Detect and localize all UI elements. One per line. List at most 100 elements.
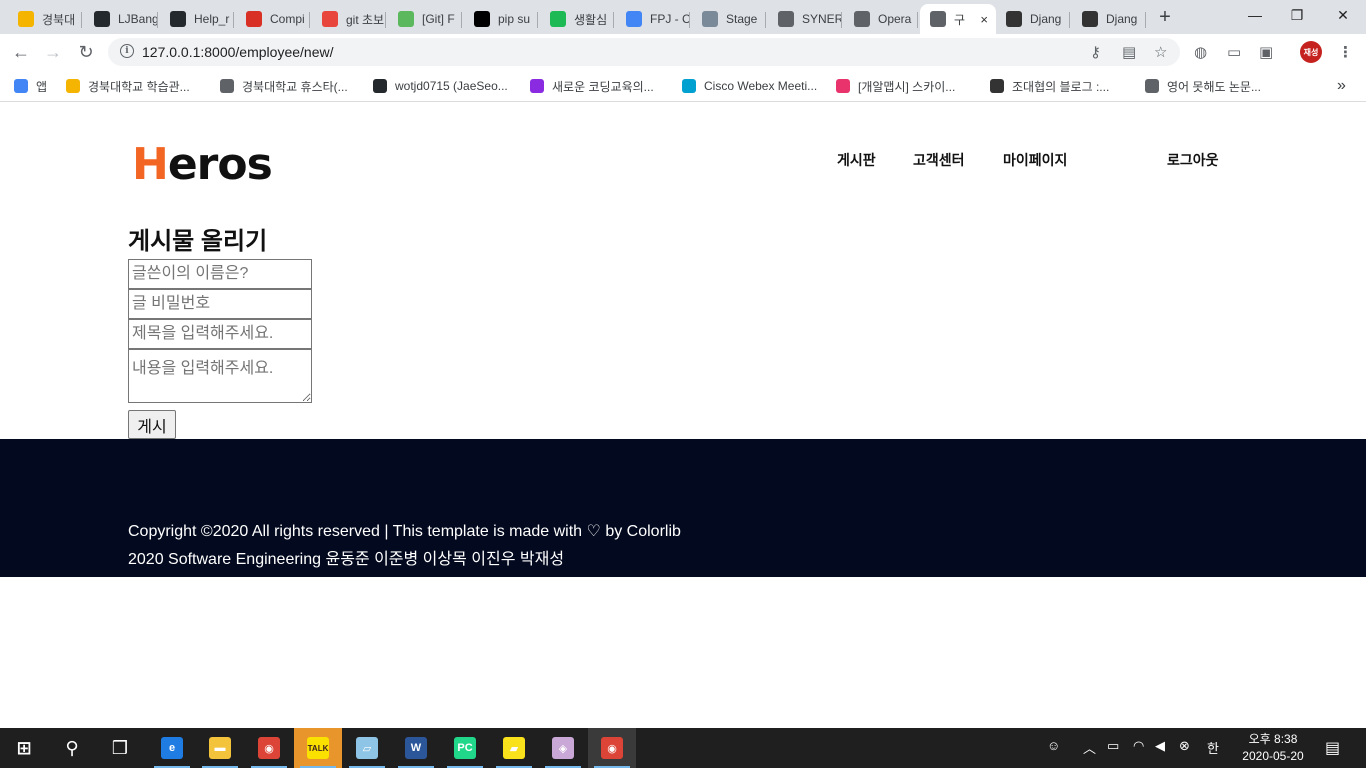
taskbar-chrome-button[interactable]: ◉ (588, 728, 636, 768)
bookmark-item[interactable]: Cisco Webex Meeti... (682, 76, 817, 96)
cast-icon[interactable]: ▭ (1227, 43, 1241, 61)
browser-tab[interactable]: Opera (844, 4, 918, 34)
taskbar-search-button[interactable]: ⚲ (48, 728, 96, 768)
browser-tab[interactable]: Compi (236, 4, 310, 34)
browser-tab[interactable]: pip su (464, 4, 538, 34)
bookmark-item[interactable]: 앱 (14, 76, 47, 96)
taskbar-pycharm-button[interactable]: PC (441, 728, 489, 768)
clock-time: 오후 8:38 (1248, 732, 1298, 746)
close-tab-icon[interactable]: × (980, 12, 988, 27)
nav-logout-link[interactable]: 로그아웃 (1167, 150, 1219, 170)
post-subject-input[interactable] (128, 319, 312, 349)
taskbar-task-view-button[interactable]: ❒ (96, 728, 144, 768)
site-logo[interactable]: Heros (132, 141, 273, 189)
new-tab-button[interactable]: + (1152, 6, 1178, 29)
nav-board-link[interactable]: 게시판 (837, 150, 876, 170)
globe-icon (778, 11, 794, 27)
stage-icon (702, 11, 718, 27)
picture-in-picture-icon[interactable]: ▣ (1259, 43, 1273, 61)
back-button[interactable]: ← (8, 40, 34, 64)
globe-icon (220, 79, 234, 93)
post-content-textarea[interactable] (128, 349, 312, 403)
taskbar-sticky-notes-button[interactable]: ▰ (490, 728, 538, 768)
site-info-icon[interactable]: i (120, 44, 134, 58)
post-password-input[interactable] (128, 289, 312, 319)
hand-logo-icon (18, 11, 34, 27)
git-icon (322, 11, 338, 27)
browser-tab[interactable]: SYNER (768, 4, 842, 34)
system-clock[interactable]: 오후 8:38 2020-05-20 (1232, 731, 1314, 765)
wifi-icon[interactable]: ◠ (1133, 738, 1144, 754)
taskbar-word-button[interactable]: W (392, 728, 440, 768)
window-close-button[interactable]: ✕ (1320, 0, 1366, 30)
battery-icon[interactable]: ▭ (1107, 738, 1119, 754)
ime-indicator[interactable]: 한 (1207, 738, 1219, 757)
taskbar-edge-button[interactable]: e (148, 728, 196, 768)
bookmark-item[interactable]: 새로운 코딩교육의... (530, 76, 654, 96)
people-icon[interactable]: ☺ (1047, 738, 1060, 753)
folder-icon: ▬ (209, 737, 231, 759)
browser-tab[interactable]: FPJ - C (616, 4, 690, 34)
bookmark-item[interactable]: 영어 못해도 논문... (1145, 76, 1261, 96)
key-icon[interactable]: ⚷ (1090, 43, 1101, 61)
submit-post-button[interactable]: 게시 (128, 410, 176, 439)
taskbar-notepad-button[interactable]: ▱ (343, 728, 391, 768)
taskbar-chrome-button[interactable]: ◉ (245, 728, 293, 768)
sticky-notes-icon: ▰ (503, 737, 525, 759)
browser-tab[interactable]: [Git] F (388, 4, 462, 34)
browser-tab[interactable]: 구 × (920, 4, 996, 34)
tab-strip: 경북대 LJBang Help_r Compi git 초보 [Git] F pip su 생… (0, 0, 1366, 34)
browser-tab[interactable]: git 초보 (312, 4, 386, 34)
site-footer: Copyright ©2020 All rights reserved | Th… (0, 439, 1366, 577)
volume-icon[interactable]: ◀ (1155, 738, 1165, 754)
window-minimize-button[interactable]: — (1232, 0, 1278, 30)
browser-tab[interactable]: Djang (996, 4, 1070, 34)
taskbar-start-button[interactable]: ⊞ (0, 728, 48, 768)
back-arrow-icon: ← (12, 41, 30, 62)
window-restore-button[interactable]: ❐ (1274, 0, 1320, 30)
nav-mypage-link[interactable]: 마이페이지 (1003, 150, 1067, 170)
action-center-icon[interactable]: ▤ (1325, 738, 1340, 758)
bookmark-item[interactable]: [개알맵시] 스카이... (836, 76, 955, 96)
django-icon (1082, 11, 1098, 27)
browser-tab[interactable]: Stage (692, 4, 766, 34)
translate-icon[interactable]: ▤ (1122, 43, 1136, 61)
bookmark-item[interactable]: wotjd0715 (JaeSeo... (373, 76, 508, 96)
tab-separator (385, 12, 386, 28)
bookmark-item[interactable]: 경북대학교 휴스타(... (220, 76, 348, 96)
taskbar-kakaotalk-button[interactable]: TALK (294, 728, 342, 768)
tab-title: SYNER (802, 12, 842, 26)
c-logo-icon (530, 79, 544, 93)
colorlib-link[interactable]: by Colorlib (605, 523, 681, 540)
browser-tab[interactable]: Djang (1072, 4, 1146, 34)
tab-title: Djang (1030, 12, 1062, 26)
reload-button[interactable]: ↻ (73, 40, 99, 64)
bookmark-item[interactable]: 조대협의 블로그 :... (990, 76, 1109, 96)
bookmark-star-icon[interactable]: ☆ (1154, 43, 1167, 61)
bookmark-item[interactable]: 경북대학교 학습관... (66, 76, 190, 96)
tab-separator (81, 12, 82, 28)
more-bookmarks-button[interactable]: » (1337, 76, 1346, 96)
kakaotalk-icon: TALK (307, 737, 329, 759)
browser-tab[interactable]: Help_r (160, 4, 234, 34)
notification-muted-icon[interactable]: ⊗ (1179, 738, 1190, 754)
show-hidden-icons-icon[interactable]: ︿ (1083, 738, 1096, 757)
bookmark-label: Cisco Webex Meeti... (704, 79, 818, 93)
profile-avatar[interactable]: 재성 (1300, 41, 1322, 63)
tab-title: 생활심 (574, 12, 608, 27)
taskbar-paint-button[interactable]: ◈ (539, 728, 587, 768)
url-text[interactable]: 127.0.0.1:8000/employee/new/ (142, 44, 333, 60)
nav-support-link[interactable]: 고객센터 (913, 150, 965, 170)
tab-separator (537, 12, 538, 28)
webex-icon (682, 79, 696, 93)
browser-tab[interactable]: LJBang (84, 4, 158, 34)
author-name-input[interactable] (128, 259, 312, 289)
address-bar[interactable]: i 127.0.0.1:8000/employee/new/ ⚷ ▤ ☆ (108, 38, 1180, 66)
tab-separator (917, 12, 918, 28)
menu-kebab-icon[interactable]: ⋮ (1338, 43, 1353, 61)
taskbar-file-explorer-button[interactable]: ▬ (196, 728, 244, 768)
forward-button[interactable]: → (40, 40, 66, 64)
browser-tab[interactable]: 생활심 (540, 4, 614, 34)
browser-tab[interactable]: 경북대 (8, 4, 82, 34)
extension-globe-icon[interactable]: ◍ (1194, 43, 1207, 61)
